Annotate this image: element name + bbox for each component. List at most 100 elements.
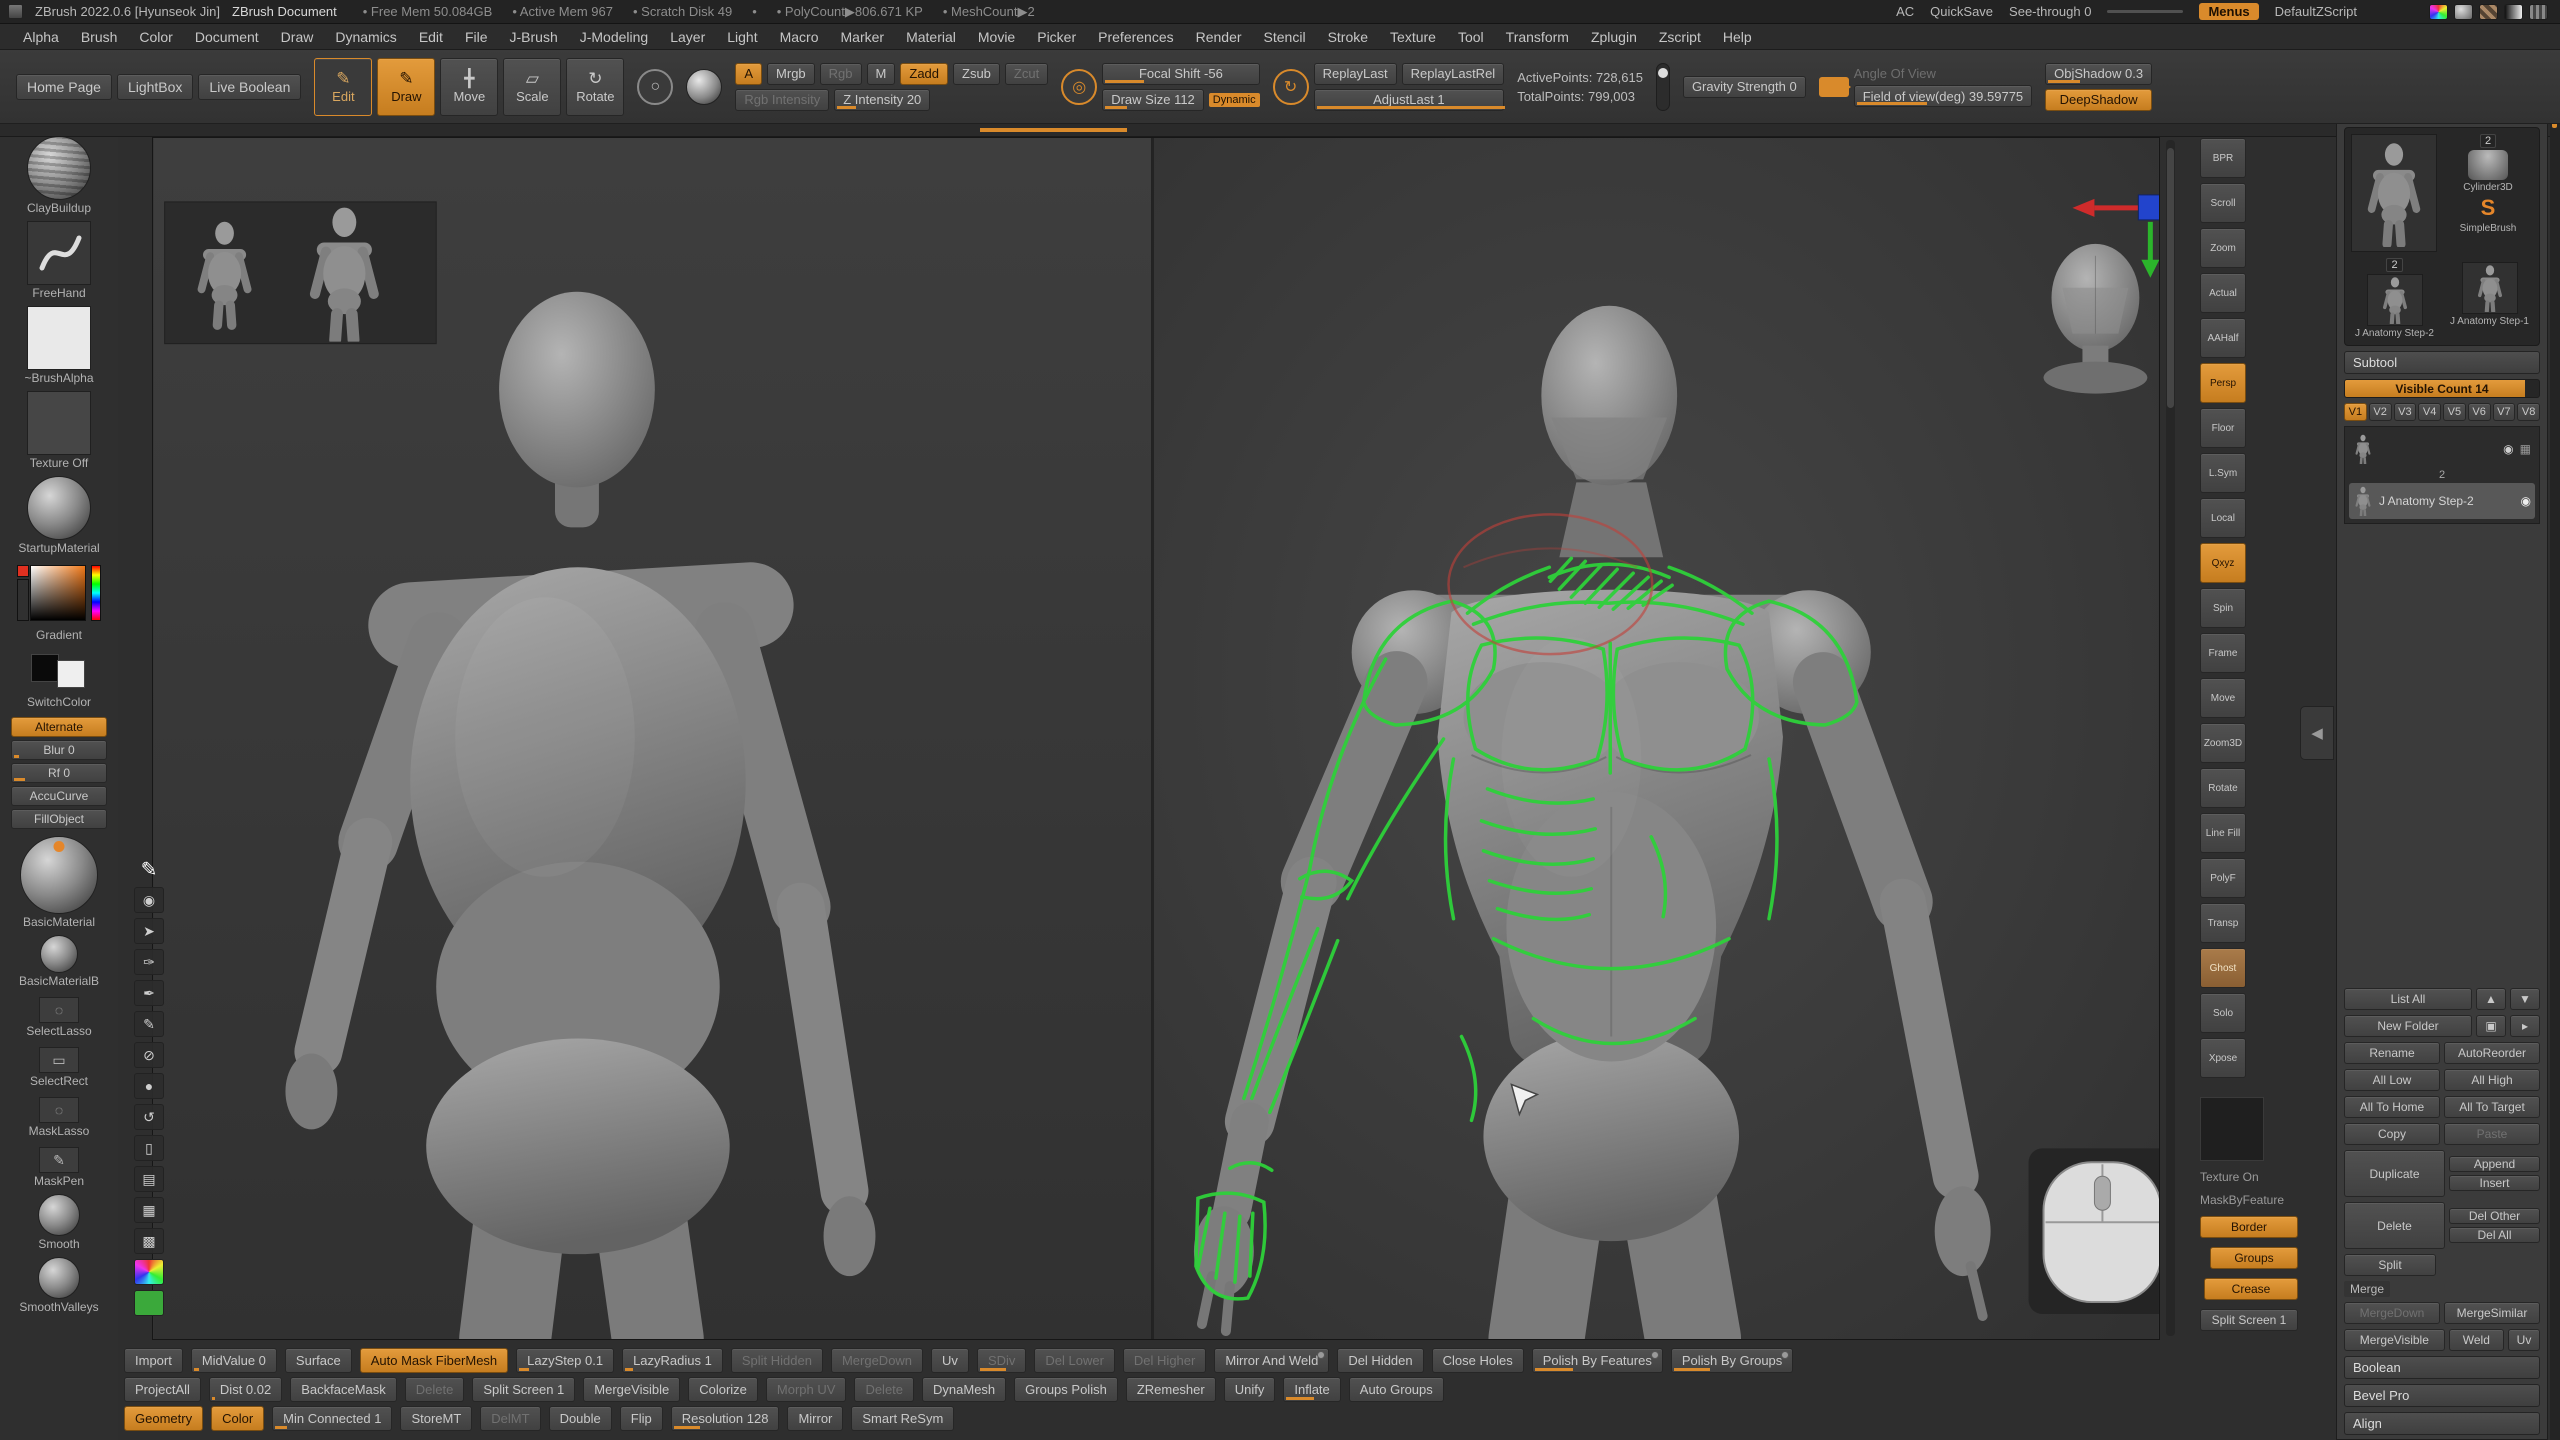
groups-button[interactable]: Groups	[2210, 1247, 2298, 1269]
edit-button[interactable]: ✎Edit	[314, 58, 372, 116]
rgb-button[interactable]: Rgb	[820, 63, 862, 85]
select-rect-icon[interactable]: ▭	[39, 1047, 79, 1073]
basic-material-thumbnail[interactable]	[20, 836, 98, 914]
right-shelf-button[interactable]: BPR	[2200, 138, 2246, 178]
subtool-eye-icon[interactable]: ◉	[2521, 494, 2531, 508]
right-shelf-button[interactable]: Scroll	[2200, 183, 2246, 223]
canvas-vertical-scrollbar[interactable]	[2166, 140, 2175, 1336]
subtool-row-selected[interactable]: J Anatomy Step-2 ◉	[2349, 483, 2535, 519]
subtool-tab[interactable]: V7	[2493, 403, 2516, 421]
quicksave-button[interactable]: QuickSave	[1930, 4, 1993, 19]
live-boolean-button[interactable]: Live Boolean	[198, 74, 301, 100]
tray-button[interactable]: MidValue 0	[191, 1348, 277, 1373]
tray-button[interactable]: Mirror And Weld	[1214, 1348, 1329, 1373]
bevel-pro-section-header[interactable]: Bevel Pro	[2344, 1384, 2540, 1407]
right-shelf-button[interactable]: AAHalf	[2200, 318, 2246, 358]
tray-button[interactable]: ProjectAll	[124, 1377, 201, 1402]
adjust-last-slider[interactable]: AdjustLast 1	[1314, 89, 1505, 111]
cursor-icon[interactable]: ➤	[134, 918, 164, 944]
tray-button[interactable]: MergeVisible	[583, 1377, 680, 1402]
tray-button[interactable]: Delete	[854, 1377, 914, 1402]
tray-button[interactable]: Resolution 128	[671, 1406, 780, 1431]
list-all-button[interactable]: List All	[2344, 988, 2472, 1010]
subtool-next-icon[interactable]: ▼	[2510, 988, 2540, 1010]
mask-lasso-icon[interactable]: ◌	[39, 1097, 79, 1123]
menu-item[interactable]: Material	[895, 24, 967, 49]
color-hue-strip[interactable]	[91, 565, 101, 621]
tray-button[interactable]: Auto Mask FiberMesh	[360, 1348, 508, 1373]
ac-indicator[interactable]: AC	[1896, 4, 1914, 19]
current-texture-thumbnail[interactable]	[27, 391, 91, 455]
subtool-tab[interactable]: V5	[2443, 403, 2466, 421]
fillobject-button[interactable]: FillObject	[11, 809, 107, 829]
insert-button[interactable]: Insert	[2449, 1175, 2540, 1191]
dynamic-tag[interactable]: Dynamic	[1209, 93, 1260, 107]
tray-button[interactable]: Split Screen 1	[472, 1377, 575, 1402]
subtool-section-header[interactable]: Subtool	[2344, 351, 2540, 374]
panel-collapse-arrow[interactable]: ◀	[2300, 706, 2334, 760]
rename-button[interactable]: Rename	[2344, 1042, 2440, 1064]
tray-button[interactable]: Uv	[931, 1348, 969, 1373]
menu-item[interactable]: Help	[1712, 24, 1763, 49]
menu-item[interactable]: Macro	[769, 24, 830, 49]
tray-button[interactable]: Smart ReSym	[851, 1406, 954, 1431]
rotate-button[interactable]: ↻Rotate	[566, 58, 624, 116]
brush-icon[interactable]: ✑	[134, 949, 164, 975]
right-shelf-button[interactable]: Ghost	[2200, 948, 2246, 988]
see-through-track[interactable]	[2107, 10, 2183, 13]
visible-count-slider[interactable]: Visible Count 14	[2344, 379, 2540, 398]
right-shelf-button[interactable]: Zoom3D	[2200, 723, 2246, 763]
right-shelf-button[interactable]: Rotate	[2200, 768, 2246, 808]
subtool-tab[interactable]: V8	[2517, 403, 2540, 421]
undo-icon[interactable]: ↺	[134, 1104, 164, 1130]
tray-button[interactable]: Delete	[405, 1377, 465, 1402]
tray-button[interactable]: Auto Groups	[1349, 1377, 1444, 1402]
recent-tool-a-thumbnail[interactable]	[2367, 274, 2423, 326]
delete-button[interactable]: Delete	[2344, 1202, 2445, 1249]
accucurve-button[interactable]: AccuCurve	[11, 786, 107, 806]
mergevisible-button[interactable]: MergeVisible	[2344, 1329, 2445, 1351]
right-shelf-button[interactable]: Qxyz	[2200, 543, 2246, 583]
replay-last-button[interactable]: ReplayLast	[1314, 63, 1397, 85]
a-button[interactable]: A	[735, 63, 762, 85]
right-shelf-button[interactable]: Local	[2200, 498, 2246, 538]
menu-item[interactable]: Brush	[70, 24, 129, 49]
scale-button[interactable]: ▱Scale	[503, 58, 561, 116]
color-swatch-red[interactable]	[17, 565, 29, 577]
menu-item[interactable]: Transform	[1495, 24, 1580, 49]
tool-panel-scrollbar[interactable]	[2550, 20, 2560, 1440]
tray-button[interactable]: MergeDown	[831, 1348, 923, 1373]
stroke-dot-icon[interactable]: ○	[637, 69, 673, 105]
tray-button[interactable]: Surface	[285, 1348, 352, 1373]
right-shelf-button[interactable]: L.Sym	[2200, 453, 2246, 493]
eye-icon[interactable]: ◉	[134, 887, 164, 913]
menu-item[interactable]: Zplugin	[1580, 24, 1648, 49]
tray-button[interactable]: Polish By Groups	[1671, 1348, 1793, 1373]
gravity-thumb[interactable]	[1658, 68, 1668, 78]
default-zscript-button[interactable]: DefaultZScript	[2275, 4, 2357, 19]
tray-button[interactable]: LazyRadius 1	[622, 1348, 723, 1373]
subtool-tab[interactable]: V6	[2468, 403, 2491, 421]
right-shelf-button[interactable]: Move	[2200, 678, 2246, 718]
mask-pen-icon[interactable]: ✎	[39, 1147, 79, 1173]
menu-item[interactable]: Color	[128, 24, 183, 49]
del-other-button[interactable]: Del Other	[2449, 1208, 2540, 1224]
tray-button[interactable]: Import	[124, 1348, 183, 1373]
boolean-section-header[interactable]: Boolean	[2344, 1356, 2540, 1379]
menu-item[interactable]: Dynamics	[324, 24, 407, 49]
tray-button[interactable]: Colorize	[688, 1377, 758, 1402]
current-stroke-thumbnail[interactable]	[27, 221, 91, 285]
tray-button[interactable]: DelMT	[480, 1406, 540, 1431]
tray-button[interactable]: Split Hidden	[731, 1348, 823, 1373]
border-button[interactable]: Border	[2200, 1216, 2298, 1238]
subtool-tab[interactable]: V1	[2344, 403, 2367, 421]
draw-size-slider[interactable]: Draw Size 112	[1102, 89, 1204, 111]
right-shelf-button[interactable]: Frame	[2200, 633, 2246, 673]
append-button[interactable]: Append	[2449, 1156, 2540, 1172]
texture-icon[interactable]	[2479, 4, 2498, 20]
tray-button[interactable]: BackfaceMask	[290, 1377, 397, 1402]
image-icon[interactable]: ▦	[134, 1197, 164, 1223]
gradient-label[interactable]: Gradient	[36, 628, 82, 642]
menus-toggle[interactable]: Menus	[2199, 3, 2258, 20]
menu-item[interactable]: Movie	[967, 24, 1026, 49]
